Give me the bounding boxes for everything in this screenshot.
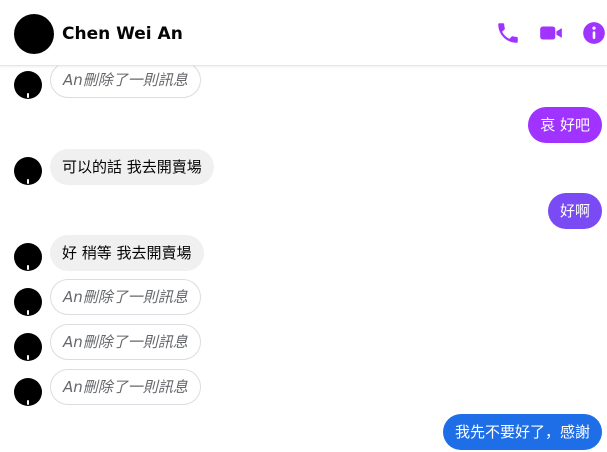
sender-avatar[interactable] [14, 71, 42, 99]
contact-name[interactable]: Chen Wei An [62, 24, 183, 44]
sender-avatar[interactable] [14, 288, 42, 316]
sender-avatar[interactable] [14, 157, 42, 185]
video-camera-icon[interactable] [538, 20, 564, 46]
deleted-message-bubble[interactable]: An刪除了一則訊息 [50, 369, 201, 405]
sender-avatar[interactable] [14, 333, 42, 361]
contact-avatar[interactable] [14, 14, 54, 54]
outgoing-message-bubble[interactable]: 我先不要好了，感謝 [442, 414, 602, 450]
outgoing-message-bubble[interactable]: 好啊 [547, 193, 602, 229]
deleted-message-bubble[interactable]: An刪除了一則訊息 [50, 62, 201, 98]
deleted-message-bubble[interactable]: An刪除了一則訊息 [50, 324, 201, 360]
incoming-message-bubble[interactable]: 好 稍等 我去開賣場 [50, 235, 204, 271]
deleted-message-bubble[interactable]: An刪除了一則訊息 [50, 279, 201, 315]
outgoing-message-bubble[interactable]: 哀 好吧 [528, 107, 602, 143]
phone-icon[interactable] [495, 20, 521, 46]
chat-header: Chen Wei An [0, 0, 607, 66]
info-icon[interactable] [581, 20, 607, 46]
sender-avatar[interactable] [14, 243, 42, 271]
incoming-message-bubble[interactable]: 可以的話 我去開賣場 [50, 149, 214, 185]
sender-avatar[interactable] [14, 378, 42, 406]
